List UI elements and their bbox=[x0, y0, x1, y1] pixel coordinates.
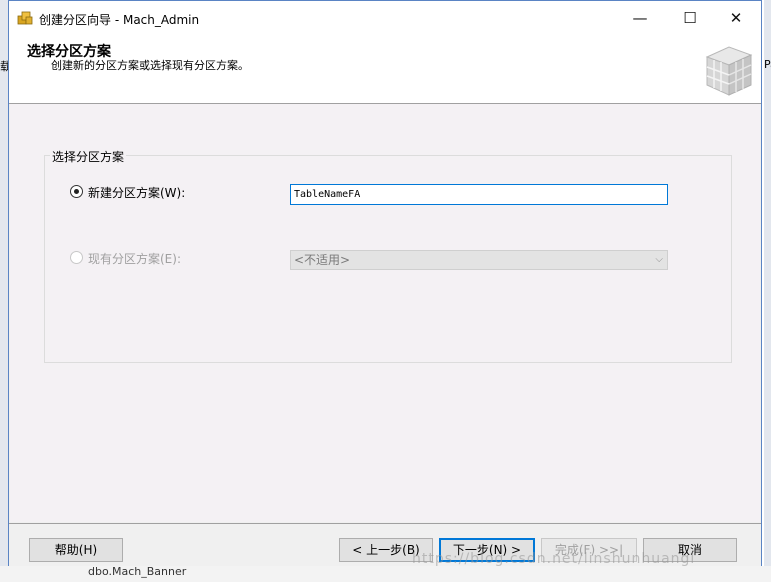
title-bar[interactable]: 创建分区向导 - Mach_Admin — ☐ ✕ bbox=[9, 1, 761, 35]
window-title: 创建分区向导 - Mach_Admin bbox=[39, 13, 200, 27]
radio-existing-scheme bbox=[70, 251, 83, 264]
watermark: https://blog.csdn.net/linshunhuangl bbox=[412, 551, 696, 567]
background-fragment-right: Pa bbox=[764, 58, 771, 71]
wizard-window: 创建分区向导 - Mach_Admin — ☐ ✕ 选择分区方案 创建新的分区方… bbox=[8, 0, 762, 566]
radio-new-scheme[interactable] bbox=[70, 185, 83, 198]
maximize-button[interactable]: ☐ bbox=[667, 1, 713, 35]
wizard-app-icon bbox=[17, 11, 33, 25]
existing-scheme-label: 现有分区方案(E): bbox=[88, 252, 181, 266]
background-tree: dbo.Mach_Banner bbox=[0, 565, 771, 582]
new-scheme-name-input[interactable]: TableNameFA bbox=[290, 184, 668, 205]
minimize-button[interactable]: — bbox=[617, 1, 663, 35]
existing-scheme-value: <不适用> bbox=[294, 253, 351, 267]
wizard-header: 选择分区方案 创建新的分区方案或选择现有分区方案。 bbox=[9, 35, 761, 104]
help-button[interactable]: 帮助(H) bbox=[29, 538, 123, 562]
close-button[interactable]: ✕ bbox=[713, 1, 759, 35]
chevron-down-icon: ⌵ bbox=[655, 254, 663, 265]
existing-scheme-select: <不适用> ⌵ bbox=[290, 250, 668, 270]
page-subtitle: 创建新的分区方案或选择现有分区方案。 bbox=[51, 59, 249, 72]
partition-cube-icon bbox=[705, 46, 753, 96]
new-scheme-label[interactable]: 新建分区方案(W): bbox=[88, 184, 185, 201]
background-tree-item: dbo.Mach_Banner bbox=[88, 565, 187, 578]
group-label: 选择分区方案 bbox=[50, 148, 127, 165]
wizard-content: 选择分区方案 新建分区方案(W): TableNameFA 现有分区方案(E):… bbox=[10, 104, 760, 522]
background-window-right: Pa bbox=[764, 0, 771, 582]
